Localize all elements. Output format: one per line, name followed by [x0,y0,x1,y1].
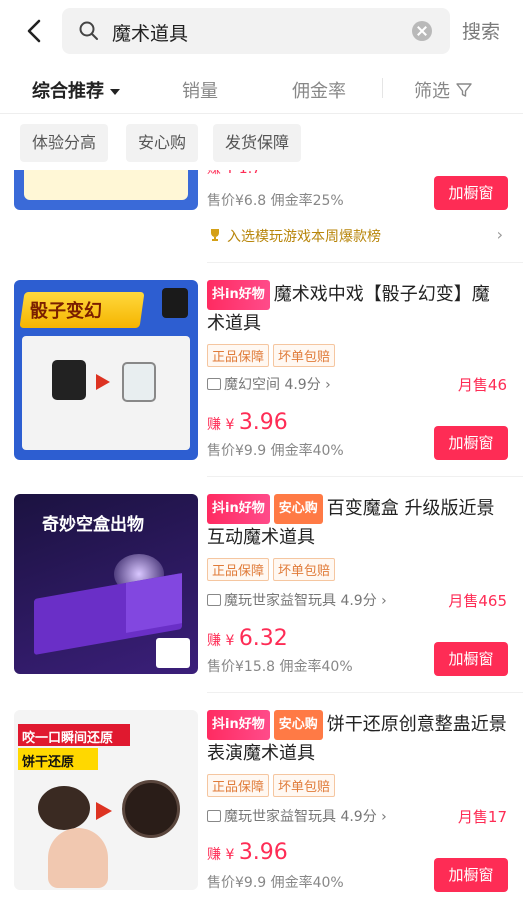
monthly-sales: 月售46 [457,376,507,394]
chevron-right-icon[interactable]: › [497,225,503,244]
image-caption-secondary: 饼干还原 [22,755,75,770]
earn-amount: 赚 ¥ 3.96 [207,840,288,865]
product-image[interactable]: 咬一口瞬间还原 饼干还原 [14,710,198,890]
back-arrow-icon[interactable] [20,16,50,46]
chevron-right-icon: › [376,593,387,609]
product-title[interactable]: 抖in好物 魔术戏中戏【骰子幻变】魔术道具 [207,280,507,338]
tag-safe-buy: 安心购 [273,710,323,740]
divider [382,78,383,98]
add-showcase-button[interactable]: 加橱窗 [434,642,508,676]
price-commission: 售价¥9.9 佣金率40% [207,443,344,459]
image-caption: 骰子变幻 [30,301,102,322]
sort-bar: 综合推荐 销量 佣金率 筛选 [0,62,523,114]
earn-value: 6.32 [238,626,288,651]
badge-damage-refund: 坏单包赔 [273,774,336,797]
image-caption: 奇妙空盒出物 [42,515,144,535]
shop-icon [207,378,221,390]
price-commission: 售价¥15.8 佣金率40% [207,659,353,675]
chevron-right-icon: › [320,377,331,393]
search-button[interactable]: 搜索 [462,17,500,44]
divider [207,476,523,477]
shop-link[interactable]: 魔玩世家益智玩具 4.9分 › [207,590,387,610]
search-header: 魔术道具 搜索 [0,0,523,62]
shop-name: 魔玩世家益智玩具 4.9分 [224,593,377,609]
tag-douin: 抖in好物 [207,280,270,310]
sort-commission[interactable]: 佣金率 [292,77,346,103]
product-list: 赚 ¥ 1.7 售价¥6.8 佣金率25% 加橱窗 入选模玩游戏本周爆款榜 › … [0,170,523,903]
add-showcase-button[interactable]: 加橱窗 [434,426,508,460]
filter-icon [456,83,472,97]
price-commission: 售价¥9.9 佣金率40% [207,875,344,891]
search-query: 魔术道具 [112,23,189,45]
earn-amount: 赚 ¥ 1.7 [207,170,261,178]
shop-icon [207,594,221,606]
product-image[interactable] [14,170,198,210]
shop-icon [207,810,221,822]
shop-name: 魔幻空间 4.9分 [224,377,321,393]
tag-safe-buy: 安心购 [273,494,323,524]
product-title[interactable]: 抖in好物 安心购 饼干还原创意整蛊近景表演魔术道具 [207,710,507,768]
tag-douin: 抖in好物 [207,494,270,524]
monthly-sales: 月售17 [457,808,507,826]
search-icon [79,21,98,40]
chip-experience[interactable]: 体验分高 [20,124,109,162]
badge-damage-refund: 坏单包赔 [273,344,336,367]
product-image[interactable]: 奇妙空盒出物 [14,494,198,674]
earn-label: 赚 ¥ [207,633,239,649]
badges: 正品保障 坏单包赔 [207,558,339,581]
price-commission: 售价¥6.8 佣金率25% [207,193,344,209]
badge-damage-refund: 坏单包赔 [273,558,336,581]
earn-label: 赚 ¥ [207,847,239,863]
monthly-sales: 月售465 [448,592,507,610]
filter-button[interactable]: 筛选 [414,77,472,103]
product-image[interactable]: 骰子变幻 [14,280,198,460]
earn-amount: 赚 ¥ 3.96 [207,410,288,435]
chevron-right-icon: › [376,809,387,825]
rank-link[interactable]: 入选模玩游戏本周爆款榜 [207,226,381,246]
filter-label: 筛选 [414,81,450,102]
divider [207,692,523,693]
rank-text: 入选模玩游戏本周爆款榜 [227,229,381,245]
sort-sales[interactable]: 销量 [182,77,218,103]
earn-label: 赚 ¥ [207,417,239,433]
sort-comprehensive-label: 综合推荐 [32,81,104,102]
earn-amount: 赚 ¥ 6.32 [207,626,288,651]
chip-shipping[interactable]: 发货保障 [213,124,302,162]
earn-value: 3.96 [238,410,288,435]
search-input[interactable]: 魔术道具 [62,8,450,54]
badges: 正品保障 坏单包赔 [207,774,339,797]
caret-down-icon [110,89,120,95]
badges: 正品保障 坏单包赔 [207,344,339,367]
trophy-icon [211,229,219,241]
shop-link[interactable]: 魔幻空间 4.9分 › [207,374,331,394]
earn-value: 3.96 [238,840,288,865]
shop-link[interactable]: 魔玩世家益智玩具 4.9分 › [207,806,387,826]
badge-genuine: 正品保障 [207,344,270,367]
divider [207,262,523,263]
add-showcase-button[interactable]: 加橱窗 [434,858,508,892]
chip-safe-buy[interactable]: 安心购 [126,124,199,162]
sort-comprehensive[interactable]: 综合推荐 [32,77,120,103]
clear-icon[interactable] [412,21,432,41]
tag-douin: 抖in好物 [207,710,270,740]
shop-name: 魔玩世家益智玩具 4.9分 [224,809,377,825]
product-title[interactable]: 抖in好物 安心购 百变魔盒 升级版近景互动魔术道具 [207,494,507,552]
add-showcase-button[interactable]: 加橱窗 [434,176,508,210]
image-caption: 咬一口瞬间还原 [22,731,114,746]
badge-genuine: 正品保障 [207,558,270,581]
filter-chips: 体验分高 安心购 发货保障 [0,114,523,170]
badge-genuine: 正品保障 [207,774,270,797]
